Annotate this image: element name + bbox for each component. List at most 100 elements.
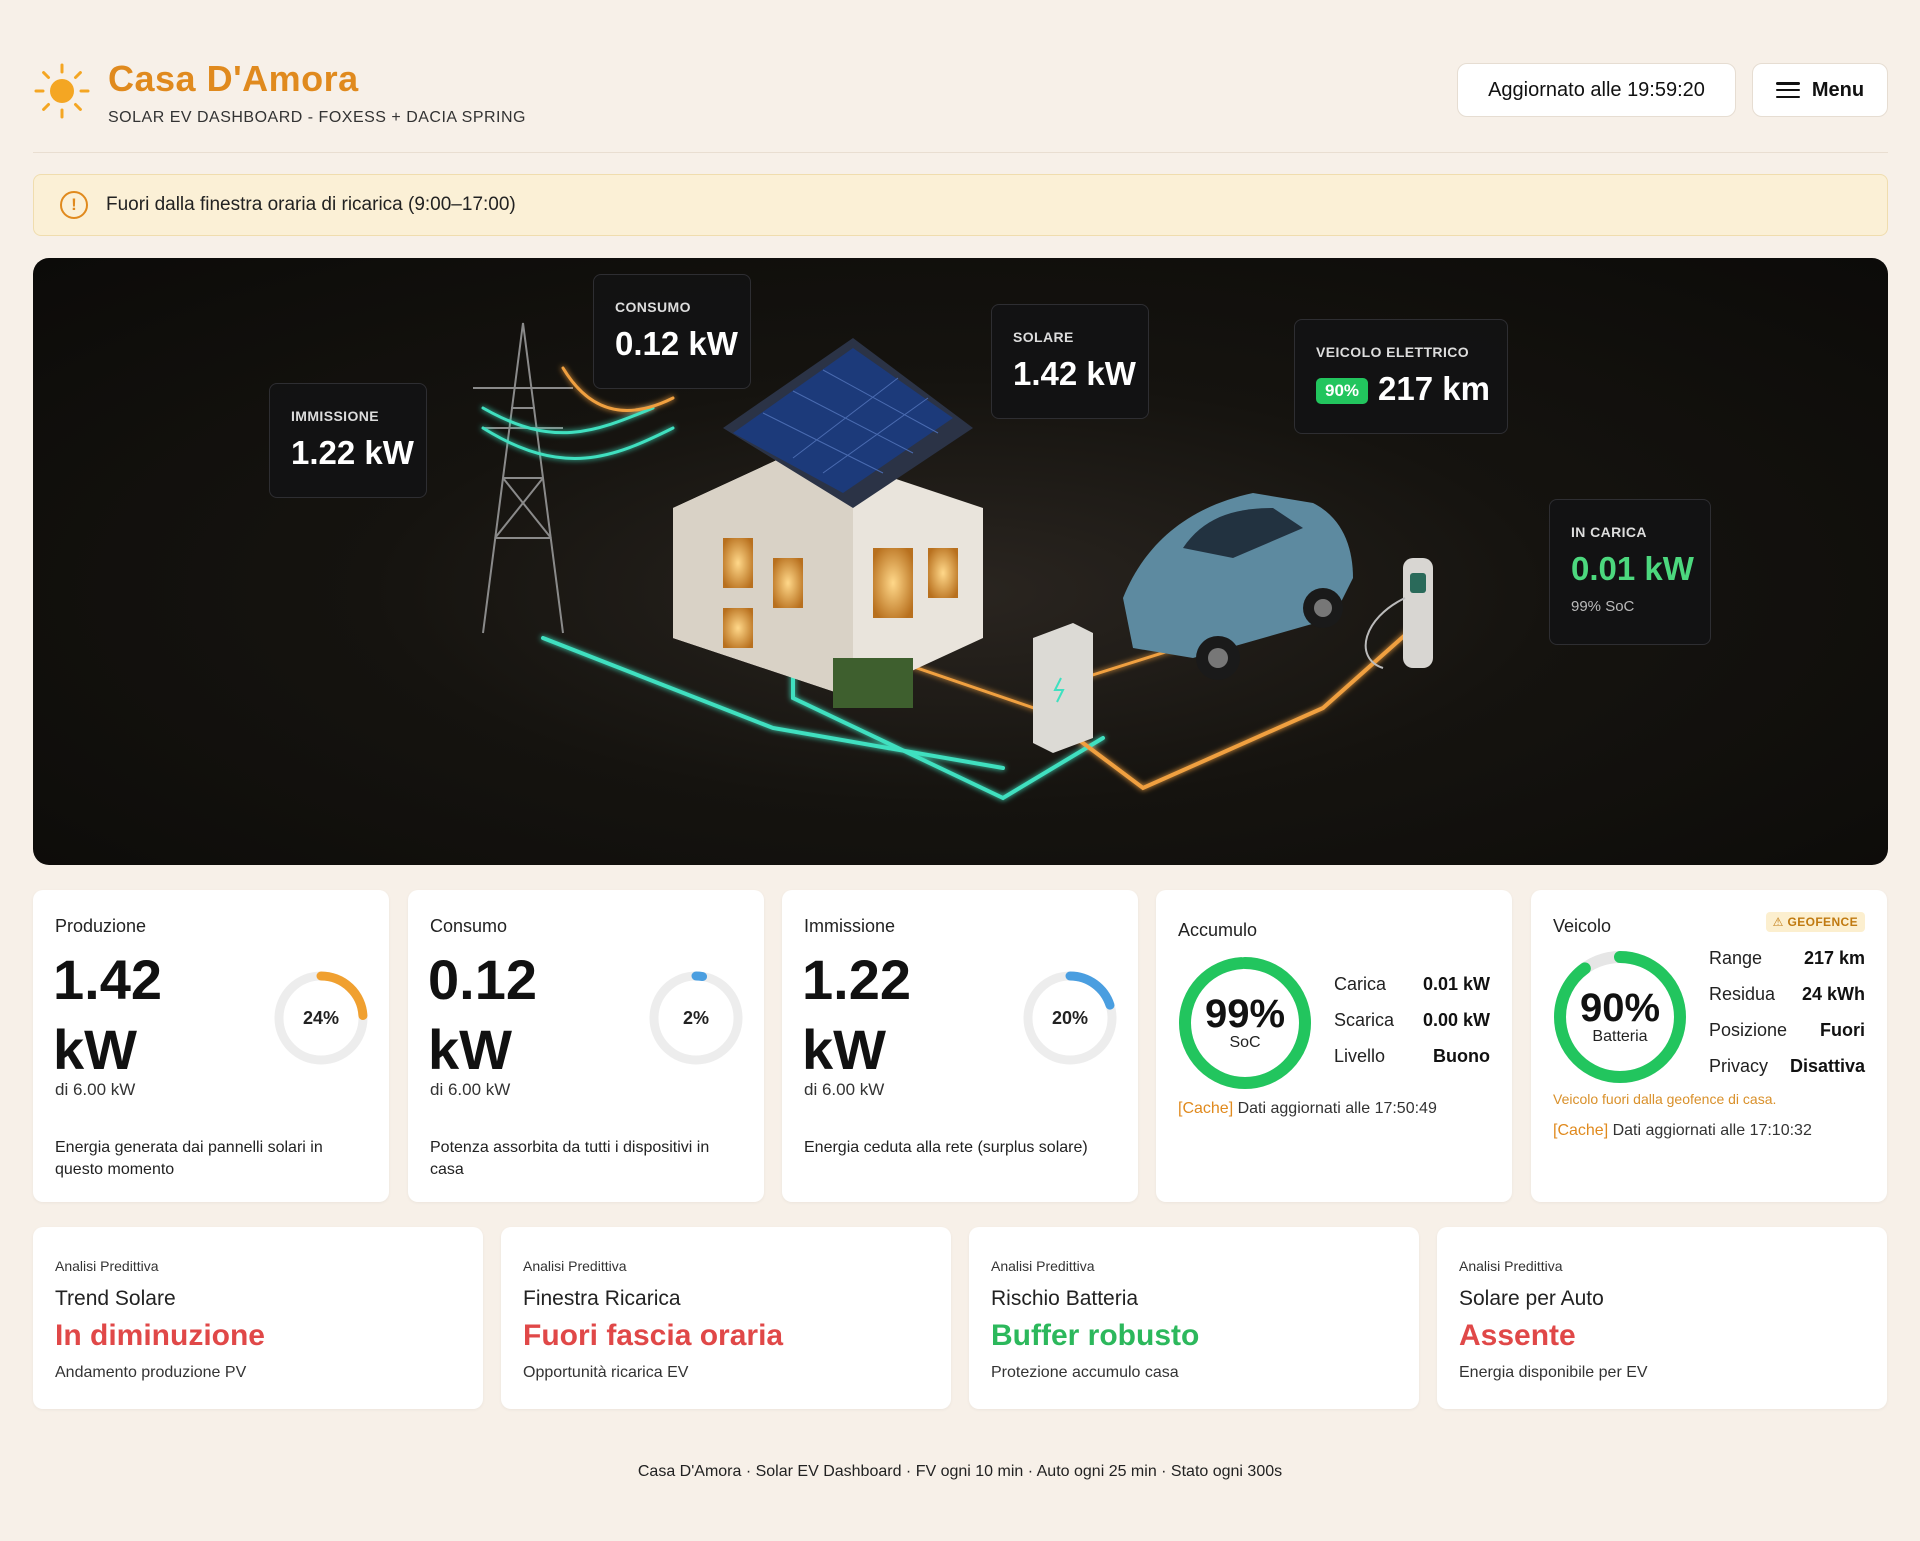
- card-description: Potenza assorbita da tutti i dispositivi…: [430, 1139, 710, 1178]
- card-immissione: Immissione 1.22 kW 20% di 6.00 kW Energi…: [782, 890, 1138, 1202]
- veicolo-elettrico-tag: VEICOLO ELETTRICO 90% 217 km: [1294, 319, 1508, 434]
- prediction-title: Rischio Batteria: [991, 1287, 1139, 1310]
- app-subtitle: SOLAR EV DASHBOARD - FOXESS + DACIA SPRI…: [108, 109, 526, 126]
- card-accumulo: Accumulo 99% SoC Carica 0.01 kW Scarica …: [1156, 890, 1512, 1202]
- accumulo-soc-value: 99%: [1204, 992, 1286, 1036]
- prediction-kicker: Analisi Predittiva: [991, 1258, 1095, 1274]
- prediction-solare-per-auto: Analisi Predittiva Solare per Auto Assen…: [1437, 1227, 1887, 1409]
- warning-circle-icon: !: [60, 191, 88, 219]
- app-title: Casa D'Amora: [108, 58, 359, 99]
- menu-button[interactable]: Menu: [1752, 63, 1888, 117]
- prediction-title: Trend Solare: [55, 1287, 176, 1310]
- consumo-tag-label: CONSUMO: [615, 299, 691, 315]
- card-title: Accumulo: [1178, 920, 1258, 940]
- prediction-title: Finestra Ricarica: [523, 1287, 681, 1310]
- prediction-status: In diminuzione: [55, 1319, 265, 1352]
- immissione-tag: IMMISSIONE 1.22 kW: [269, 383, 427, 498]
- charging-window-alert: ! Fuori dalla finestra oraria di ricaric…: [33, 174, 1888, 236]
- energy-flow-illustration: IMMISSIONE 1.22 kW CONSUMO 0.12 kW SOLAR…: [33, 258, 1888, 865]
- accumulo-livello-label: Livello: [1334, 1046, 1386, 1066]
- consumo-tag: CONSUMO 0.12 kW: [593, 274, 751, 389]
- updated-button[interactable]: Aggiornato alle 19:59:20: [1457, 63, 1736, 117]
- veicolo-battery-value: 90%: [1579, 986, 1661, 1030]
- card-capacity: di 6.00 kW: [804, 1080, 885, 1099]
- card-title: Consumo: [430, 916, 508, 936]
- veicolo-residua-label: Residua: [1709, 984, 1776, 1004]
- card-veicolo: Veicolo ⚠ GEOFENCE 90% Batteria Range 21…: [1531, 890, 1887, 1202]
- immissione-tag-label: IMMISSIONE: [291, 408, 380, 424]
- veicolo-range-label: Range: [1709, 948, 1763, 968]
- prediction-description: Energia disponibile per EV: [1459, 1364, 1648, 1381]
- ev-charger-icon: [1364, 558, 1433, 669]
- cache-text: Dati aggiornati alle 17:50:49: [1237, 1100, 1437, 1117]
- prediction-kicker: Analisi Predittiva: [1459, 1258, 1563, 1274]
- accumulo-scarica-value: 0.00 kW: [1422, 1010, 1490, 1030]
- prediction-status: Buffer robusto: [991, 1319, 1200, 1352]
- prediction-finestra-ricarica: Analisi Predittiva Finestra Ricarica Fuo…: [501, 1227, 951, 1409]
- veicolo-tag-label: VEICOLO ELETTRICO: [1316, 344, 1470, 360]
- footer-text: Casa D'Amora · Solar EV Dashboard · FV o…: [637, 1463, 1283, 1480]
- solare-tag: SOLARE 1.42 kW: [991, 304, 1149, 419]
- accumulo-carica-label: Carica: [1334, 974, 1387, 994]
- accumulo-livello-value: Buono: [1433, 1046, 1490, 1066]
- card-value: 1.22 kW: [802, 948, 911, 1081]
- prediction-description: Opportunità ricarica EV: [523, 1364, 689, 1381]
- home-battery-icon: [1033, 623, 1093, 753]
- prediction-rischio-batteria: Analisi Predittiva Rischio Batteria Buff…: [969, 1227, 1419, 1409]
- cache-tag: [Cache]: [1553, 1122, 1609, 1139]
- accumulo-carica-value: 0.01 kW: [1422, 974, 1490, 994]
- veicolo-cache-note: [Cache] Dati aggiornati alle 17:10:32: [1553, 1122, 1812, 1140]
- veicolo-posizione-label: Posizione: [1709, 1020, 1788, 1040]
- donut-label: 2%: [682, 1007, 709, 1028]
- geofence-note: Veicolo fuori dalla geofence di casa.: [1553, 1091, 1777, 1107]
- veicolo-ring-caption: Batteria: [1592, 1028, 1648, 1045]
- prediction-description: Protezione accumulo casa: [991, 1364, 1179, 1381]
- in-carica-tag-value: 0.01 kW: [1571, 550, 1694, 587]
- prediction-kicker: Analisi Predittiva: [523, 1258, 627, 1274]
- header: Casa D'Amora SOLAR EV DASHBOARD - FOXESS…: [33, 56, 1888, 152]
- card-title: Veicolo: [1553, 916, 1612, 936]
- accumulo-cache-note: [Cache] Dati aggiornati alle 17:50:49: [1178, 1100, 1437, 1118]
- card-capacity: di 6.00 kW: [55, 1080, 136, 1099]
- prediction-title: Solare per Auto: [1459, 1287, 1604, 1310]
- in-carica-tag-label: IN CARICA: [1571, 524, 1647, 540]
- donut-label: 24%: [302, 1007, 340, 1028]
- card-description: Energia generata dai pannelli solari in …: [55, 1139, 323, 1178]
- accumulo-scarica-label: Scarica: [1334, 1010, 1395, 1030]
- card-consumo: Consumo 0.12 kW 2% di 6.00 kW Potenza as…: [408, 890, 764, 1202]
- prediction-description: Andamento produzione PV: [55, 1364, 247, 1381]
- prediction-trend-solare: Analisi Predittiva Trend Solare In dimin…: [33, 1227, 483, 1409]
- solare-tag-value: 1.42 kW: [1013, 355, 1136, 392]
- header-divider: [33, 152, 1888, 153]
- geofence-badge: ⚠ GEOFENCE: [1765, 912, 1865, 932]
- cache-tag: [Cache]: [1178, 1100, 1234, 1117]
- veicolo-ring-label: 90% Batteria: [1551, 948, 1689, 1086]
- accumulo-ring-label: 99% SoC: [1176, 954, 1314, 1092]
- immissione-tag-value: 1.22 kW: [291, 434, 414, 471]
- alert-text: Fuori dalla finestra oraria di ricarica …: [106, 194, 516, 215]
- prediction-kicker: Analisi Predittiva: [55, 1258, 159, 1274]
- card-title: Produzione: [55, 916, 147, 936]
- prediction-status: Assente: [1459, 1319, 1576, 1352]
- veicolo-residua-value: 24 kWh: [1801, 984, 1865, 1004]
- card-capacity: di 6.00 kW: [430, 1080, 511, 1099]
- veicolo-privacy-value: Disattiva: [1789, 1056, 1865, 1076]
- vehicle-soc-badge: 90%: [1316, 378, 1369, 405]
- accumulo-ring-caption: SoC: [1229, 1034, 1261, 1051]
- hamburger-icon: [1775, 82, 1800, 98]
- consumo-tag-value: 0.12 kW: [615, 325, 738, 362]
- veicolo-tag-value-row: 90% 217 km: [1316, 370, 1490, 408]
- in-carica-tag: IN CARICA 0.01 kW 99% SoC: [1549, 499, 1711, 645]
- cache-text: Dati aggiornati alle 17:10:32: [1612, 1122, 1812, 1139]
- prediction-status: Fuori fascia oraria: [523, 1319, 784, 1352]
- in-carica-tag-sub: 99% SoC: [1571, 598, 1635, 615]
- car-icon: [1123, 493, 1353, 680]
- card-title: Immissione: [804, 916, 896, 936]
- veicolo-tag-value: 217 km: [1378, 370, 1490, 407]
- veicolo-privacy-label: Privacy: [1709, 1056, 1769, 1076]
- solare-tag-label: SOLARE: [1013, 329, 1074, 345]
- menu-label: Menu: [1811, 78, 1865, 101]
- donut-label: 20%: [1051, 1007, 1089, 1028]
- card-value: 0.12 kW: [428, 948, 537, 1081]
- pylon-icon: [473, 322, 573, 634]
